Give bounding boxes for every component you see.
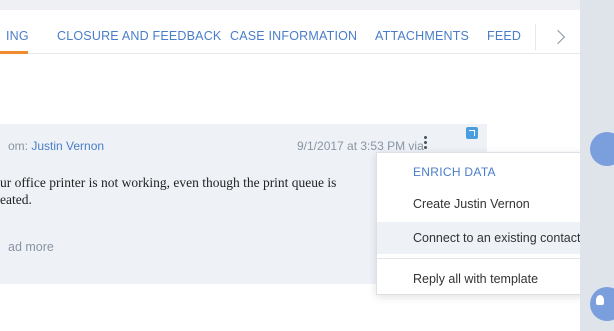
open-external-icon[interactable] xyxy=(466,127,478,139)
message-body-line: eated. xyxy=(0,192,32,207)
sender-prefix: om: xyxy=(8,139,32,153)
message-body-line: ur office printer is not working, even t… xyxy=(0,175,337,190)
message-sender: om: Justin Vernon xyxy=(8,139,104,153)
tab-feed[interactable]: FEED xyxy=(487,29,521,43)
message-date: 9/1/2017 at 3:53 PM via xyxy=(297,139,424,153)
active-tab-underline xyxy=(0,51,28,54)
menu-item-create-contact[interactable]: Create Justin Vernon xyxy=(377,188,614,220)
tab-closure-and-feedback[interactable]: CLOSURE AND FEEDBACK xyxy=(57,29,221,43)
tab-ing[interactable]: ING xyxy=(6,29,29,43)
context-menu: ENRICH DATA Create Justin Vernon Connect… xyxy=(376,152,614,295)
menu-divider xyxy=(377,258,614,259)
tab-attachments[interactable]: ATTACHMENTS xyxy=(375,29,469,43)
menu-header-enrich-data: ENRICH DATA xyxy=(413,165,496,179)
message-body: ur office printer is not working, even t… xyxy=(0,174,336,208)
menu-item-connect-existing-contact[interactable]: Connect to an existing contact xyxy=(377,222,614,254)
read-more-link[interactable]: ad more xyxy=(8,240,54,254)
top-divider xyxy=(0,0,580,10)
chevron-right-icon[interactable] xyxy=(550,29,566,45)
more-options-icon[interactable] xyxy=(420,132,432,154)
menu-item-reply-all-with-template[interactable]: Reply all with template xyxy=(377,263,614,295)
tab-case-information[interactable]: CASE INFORMATION xyxy=(230,29,357,43)
tab-bar: ING CLOSURE AND FEEDBACK CASE INFORMATIO… xyxy=(0,22,580,54)
tab-divider xyxy=(535,24,536,50)
sender-name-link[interactable]: Justin Vernon xyxy=(31,139,104,153)
